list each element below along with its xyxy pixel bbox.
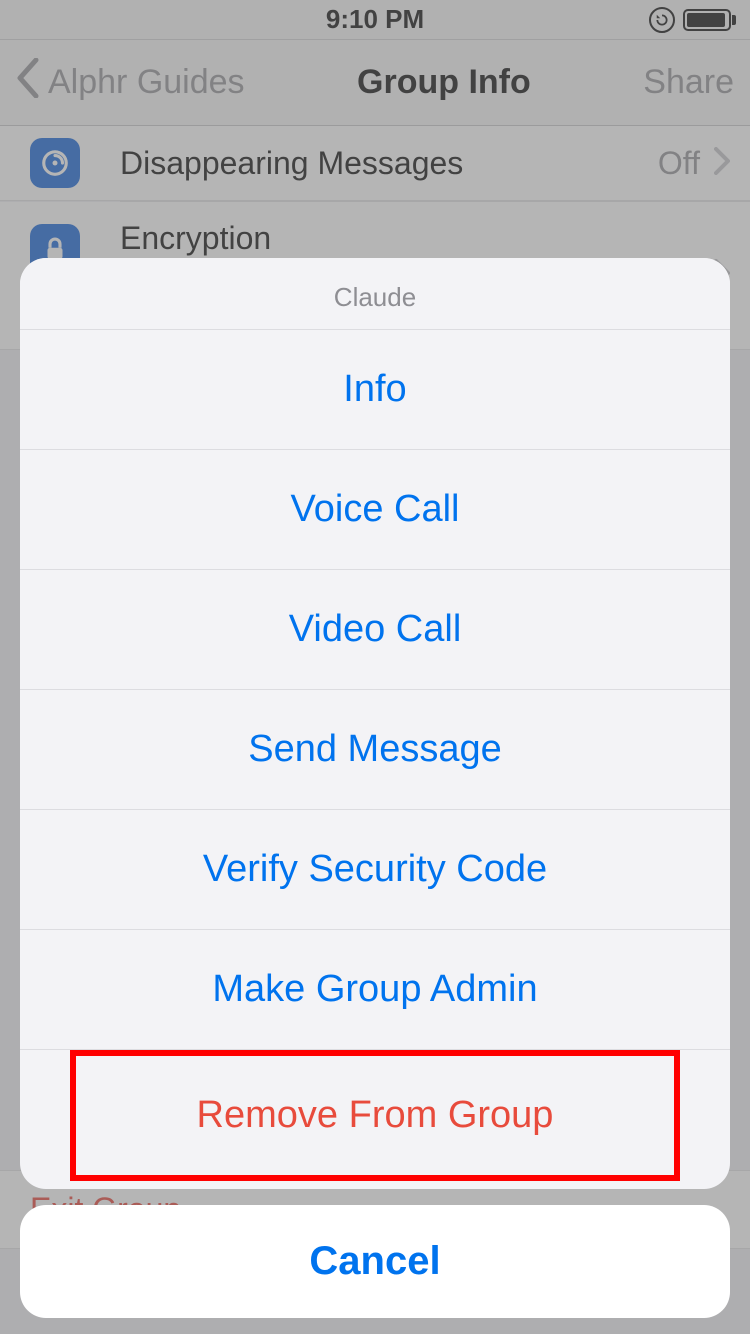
back-label: Alphr Guides [48, 63, 245, 102]
chevron-right-icon [714, 147, 730, 180]
row-value: Off [658, 145, 700, 182]
action-sheet: Claude Info Voice Call Video Call Send M… [0, 258, 750, 1334]
action-send-message[interactable]: Send Message [20, 690, 730, 810]
row-disappearing-messages[interactable]: Disappearing Messages Off [0, 126, 750, 201]
timer-icon [30, 138, 80, 188]
action-voice-call[interactable]: Voice Call [20, 450, 730, 570]
chevron-left-icon [16, 58, 40, 107]
action-info[interactable]: Info [20, 330, 730, 450]
cancel-button[interactable]: Cancel [20, 1205, 730, 1318]
action-sheet-options: Claude Info Voice Call Video Call Send M… [20, 258, 730, 1189]
battery-icon [683, 9, 731, 31]
status-bar: 9:10 PM [0, 0, 750, 40]
action-video-call[interactable]: Video Call [20, 570, 730, 690]
rotation-lock-icon [649, 7, 675, 33]
row-title: Disappearing Messages [120, 145, 658, 182]
action-remove-from-group[interactable]: Remove From Group [76, 1056, 674, 1175]
action-verify-security-code[interactable]: Verify Security Code [20, 810, 730, 930]
highlight-annotation: Remove From Group [70, 1050, 680, 1181]
page-title: Group Info [357, 63, 531, 102]
share-button[interactable]: Share [643, 63, 734, 102]
action-make-group-admin[interactable]: Make Group Admin [20, 930, 730, 1050]
status-time: 9:10 PM [214, 4, 536, 35]
action-sheet-title: Claude [20, 258, 730, 330]
nav-bar: Alphr Guides Group Info Share [0, 40, 750, 126]
row-title: Encryption [120, 220, 714, 257]
back-button[interactable]: Alphr Guides [16, 58, 245, 107]
